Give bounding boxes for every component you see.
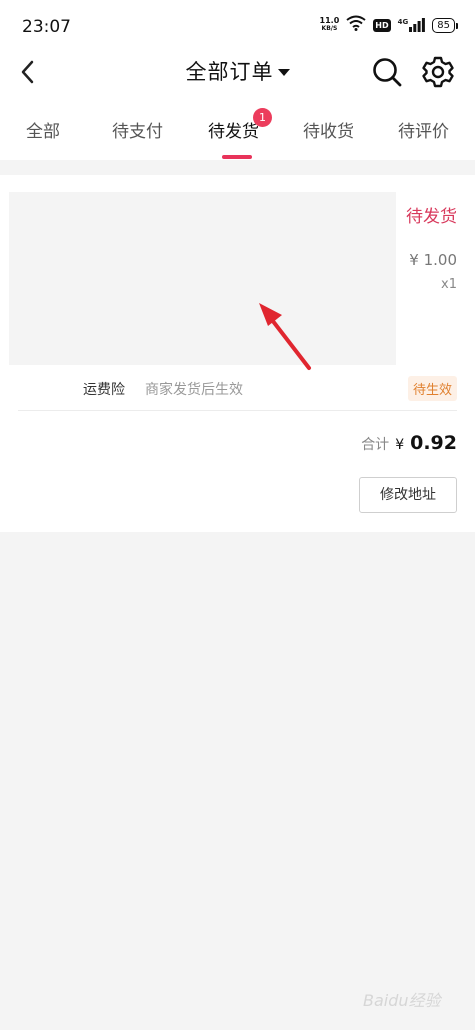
tab-pending-review[interactable]: 待评价 <box>398 117 449 142</box>
order-status: 待发货 <box>406 207 457 227</box>
tab-pending-shipment-badge: 1 <box>253 108 272 127</box>
status-time: 23:07 <box>22 17 71 37</box>
nav-bar: 全部订单 <box>0 50 475 105</box>
product-image[interactable] <box>9 192 396 370</box>
page-title: 全部订单 <box>185 60 274 84</box>
settings-button[interactable] <box>421 55 455 89</box>
shipping-insurance-row: 运费险 商家发货后生效 待生效 <box>0 373 475 403</box>
total-currency: ¥ <box>395 437 405 453</box>
tab-pending-shipment[interactable]: 待发货 <box>208 117 259 142</box>
order-card[interactable]: 待发货 ¥ 1.00 x1 运费险 商家发货后生效 待生效 合计 ¥ 0.92 … <box>0 175 475 532</box>
active-tab-indicator <box>222 155 252 159</box>
order-tabs: 全部 待支付 待发货 1 待收货 待评价 <box>0 105 475 160</box>
gear-icon <box>422 56 454 88</box>
status-icons: 11.0 KB/S HD 4G 85 <box>320 15 458 35</box>
dropdown-caret-icon <box>277 68 290 76</box>
total-amount: 0.92 <box>410 432 457 454</box>
network-speed-unit: KB/S <box>321 25 338 32</box>
network-speed: 11.0 KB/S <box>320 17 340 33</box>
hd-badge: HD <box>373 18 391 32</box>
annotation-arrow-icon <box>259 303 311 370</box>
wifi-icon <box>346 15 366 35</box>
modify-address-button[interactable]: 修改地址 <box>359 477 457 513</box>
product-quantity: x1 <box>441 277 457 292</box>
battery-icon: 85 <box>432 17 458 33</box>
tab-all[interactable]: 全部 <box>26 117 60 142</box>
total-label: 合计 <box>361 437 390 453</box>
shipping-insurance-desc: 商家发货后生效 <box>145 382 243 398</box>
shipping-insurance-label: 运费险 <box>83 382 125 398</box>
tab-pending-receipt[interactable]: 待收货 <box>303 117 354 142</box>
network-speed-value: 11.0 <box>319 16 340 25</box>
tab-pending-payment[interactable]: 待支付 <box>112 117 163 142</box>
watermark-logo: Baidu经验 <box>363 991 441 1010</box>
order-total: 合计 ¥ 0.92 <box>361 432 457 454</box>
search-icon <box>373 58 402 87</box>
network-type-label: 4G <box>397 18 409 26</box>
product-price: ¥ 1.00 <box>409 251 457 269</box>
divider <box>18 410 457 411</box>
signal-icon: 4G <box>398 18 426 32</box>
search-button[interactable] <box>370 55 404 89</box>
shipping-insurance-status-badge: 待生效 <box>407 376 457 401</box>
status-bar: 23:07 11.0 KB/S HD 4G 85 <box>0 0 475 50</box>
